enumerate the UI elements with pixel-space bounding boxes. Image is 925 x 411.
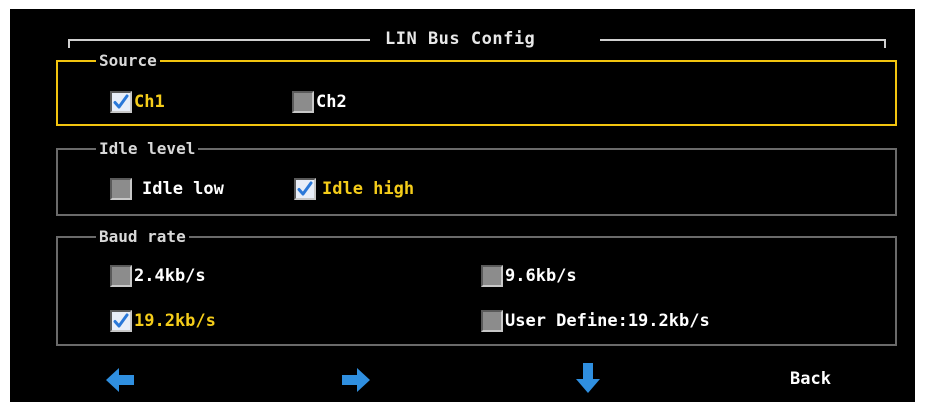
baud-option-user-define[interactable]: User Define:19.2kb/s bbox=[481, 309, 710, 333]
source-option-ch1[interactable]: Ch1 bbox=[110, 90, 165, 114]
title-rule-left bbox=[68, 39, 370, 41]
arrow-right-icon[interactable] bbox=[340, 366, 370, 398]
lin-bus-config-screen: LIN Bus Config Source Ch1 Ch2 Idle level… bbox=[10, 9, 915, 402]
option-label: Ch2 bbox=[316, 92, 347, 112]
checkbox[interactable] bbox=[481, 310, 503, 332]
checkbox[interactable] bbox=[292, 91, 314, 113]
baud-option-2-4[interactable]: 2.4kb/s bbox=[110, 264, 206, 288]
checkmark-icon bbox=[113, 94, 129, 109]
option-label: User Define:19.2kb/s bbox=[505, 311, 710, 331]
option-label: 19.2kb/s bbox=[134, 311, 216, 331]
baud-rate-group: Baud rate 2.4kb/s 9.6kb/s 19.2kb/s User … bbox=[56, 227, 897, 346]
baud-option-9-6[interactable]: 9.6kb/s bbox=[481, 264, 577, 288]
arrow-left-icon[interactable] bbox=[106, 366, 136, 398]
option-label: 9.6kb/s bbox=[505, 266, 577, 286]
option-label: Ch1 bbox=[134, 92, 165, 112]
back-button[interactable]: Back bbox=[790, 369, 831, 389]
arrow-down-icon[interactable] bbox=[574, 361, 602, 397]
source-legend: Source bbox=[96, 51, 160, 71]
idle-low-option[interactable]: Idle low bbox=[110, 177, 224, 201]
checkmark-icon bbox=[113, 313, 129, 328]
title-rule-right-tick bbox=[884, 39, 886, 48]
page-title: LIN Bus Config bbox=[385, 29, 536, 49]
option-label: 2.4kb/s bbox=[134, 266, 206, 286]
option-label: Idle low bbox=[142, 179, 224, 199]
baud-rate-legend: Baud rate bbox=[96, 227, 189, 247]
idle-high-option[interactable]: Idle high bbox=[294, 177, 414, 201]
idle-level-group: Idle level Idle low Idle high bbox=[56, 139, 897, 216]
title-rule-right bbox=[600, 39, 886, 41]
checkmark-icon bbox=[297, 181, 313, 196]
checkbox[interactable] bbox=[294, 178, 316, 200]
idle-level-legend: Idle level bbox=[96, 139, 199, 159]
checkbox[interactable] bbox=[110, 310, 132, 332]
option-label: Idle high bbox=[322, 179, 415, 199]
source-option-ch2[interactable]: Ch2 bbox=[292, 90, 347, 114]
source-group: Source Ch1 Ch2 bbox=[56, 51, 897, 126]
checkbox[interactable] bbox=[481, 265, 503, 287]
checkbox[interactable] bbox=[110, 265, 132, 287]
checkbox[interactable] bbox=[110, 178, 132, 200]
checkbox[interactable] bbox=[110, 91, 132, 113]
baud-option-19-2[interactable]: 19.2kb/s bbox=[110, 309, 216, 333]
